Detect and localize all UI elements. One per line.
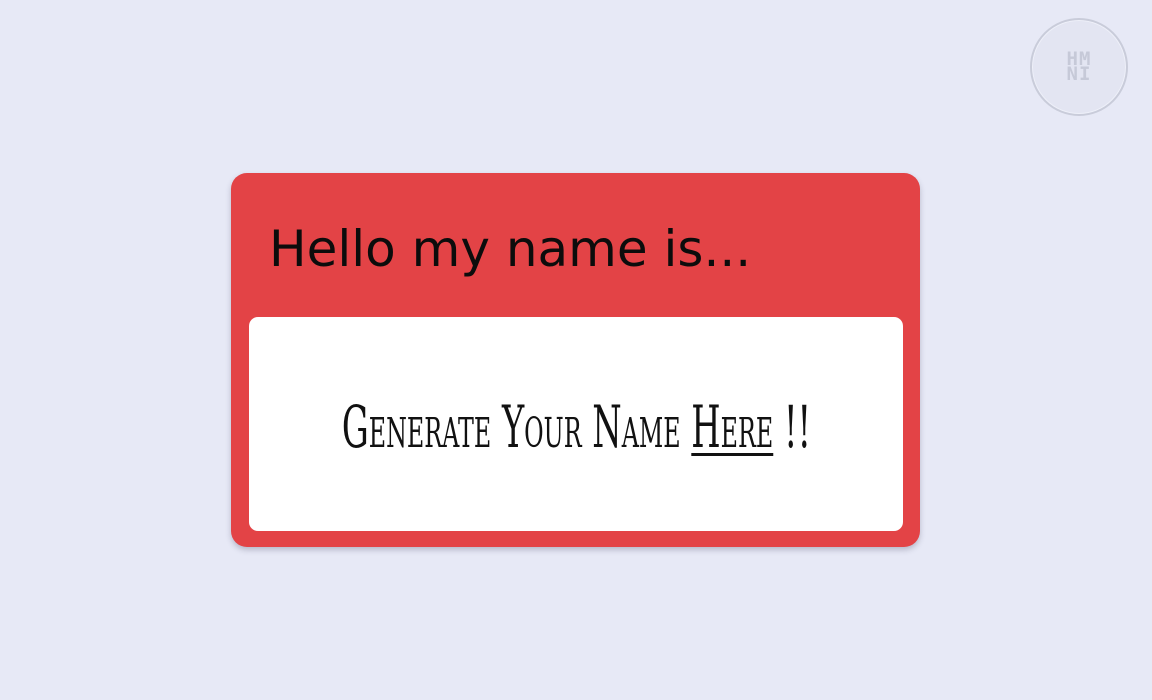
logo-text-line-2: NI	[1066, 63, 1092, 85]
tag-header-title: Hello my name is...	[269, 220, 752, 278]
generate-name-link[interactable]: Here	[691, 393, 773, 461]
exclamation-text: !!	[783, 393, 811, 461]
generate-prompt: Generate Your Name Here !!	[341, 393, 810, 461]
generate-prompt-text: Generate Your Name	[341, 393, 681, 461]
name-area: Generate Your Name Here !!	[249, 317, 903, 531]
name-tag-card: Hello my name is... Generate Your Name H…	[231, 173, 920, 547]
hmni-logo-badge: HM NI	[1030, 18, 1128, 116]
